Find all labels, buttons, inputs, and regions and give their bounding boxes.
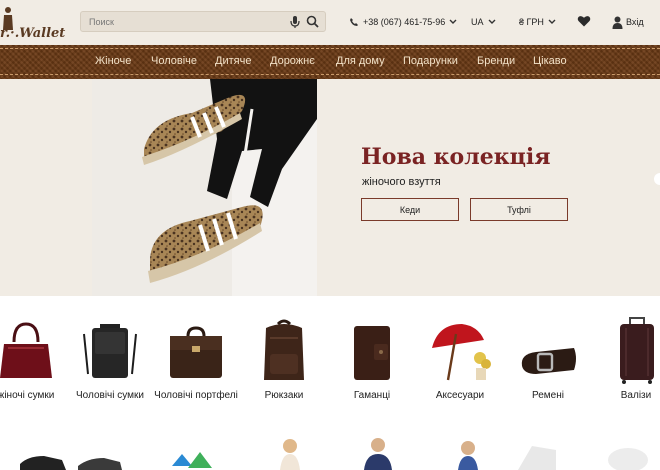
category-label: Чоловічі портфелі (154, 390, 238, 401)
sneakers-button[interactable]: Кеди (361, 198, 459, 221)
hero-subtitle: жіночого взуття (362, 176, 441, 188)
currency-select[interactable]: ₴ ГРН (519, 14, 556, 30)
hero-image[interactable] (92, 79, 317, 296)
login-button[interactable]: Вхід (612, 14, 644, 30)
logo[interactable]: r.·.Wallet (0, 6, 66, 41)
hero-title: Нова колекція (361, 144, 551, 170)
home-textile-icon[interactable] (512, 436, 562, 470)
main-nav: Жіноче Чоловіче Дитяче Дорожнє Для дому … (0, 45, 660, 79)
category-label: Чоловічі сумки (76, 390, 144, 401)
heart-icon[interactable] (577, 14, 591, 28)
kids-items-icon[interactable] (168, 436, 218, 470)
nav-item-travel[interactable]: Дорожнє (270, 55, 315, 67)
language-select[interactable]: UA (471, 14, 496, 30)
category-label: Гаманці (353, 390, 391, 401)
wallet-icon (354, 326, 390, 380)
pillow-icon[interactable] (602, 436, 652, 470)
category-label: жіночі сумки (0, 390, 55, 401)
suitcase-icon (620, 317, 654, 384)
loafer-icon[interactable] (74, 436, 124, 470)
login-label: Вхід (626, 17, 644, 27)
phone-contact[interactable]: +38 (067) 461-75-96 (349, 14, 457, 30)
chevron-down-icon (548, 19, 556, 24)
category-label: Ремені (532, 390, 564, 401)
user-icon (612, 16, 623, 29)
backpack-icon (264, 319, 304, 380)
category-suitcases[interactable]: Валізи (590, 314, 660, 401)
sneakers-photo-icon (92, 79, 317, 296)
phone-number: +38 (067) 461-75-96 (363, 17, 446, 27)
currency-value: ₴ ГРН (519, 17, 544, 27)
man-model-icon[interactable] (352, 436, 402, 470)
nav-item-home[interactable]: Для дому (336, 55, 385, 67)
woman-model-icon[interactable] (266, 436, 316, 470)
category-label: Аксесуари (435, 390, 485, 401)
language-value: UA (471, 17, 484, 27)
nav-item-men[interactable]: Чоловіче (151, 55, 197, 67)
nav-item-gifts[interactable]: Подарунки (403, 55, 458, 67)
nav-item-women[interactable]: Жіноче (95, 55, 131, 67)
category-mens-bags[interactable]: Чоловічі сумки (64, 314, 156, 401)
shoes-button[interactable]: Туфлі (470, 198, 568, 221)
briefcase-icon (170, 326, 222, 378)
nav-item-interesting[interactable]: Цікаво (533, 55, 567, 67)
chevron-down-icon (488, 19, 496, 24)
category-mens-briefcases[interactable]: Чоловічі портфелі (150, 314, 242, 401)
umbrella-icon (432, 324, 491, 381)
nav-item-brands[interactable]: Бренди (477, 55, 515, 67)
child-model-icon[interactable] (444, 436, 494, 470)
category-wallets[interactable]: Гаманці (326, 314, 418, 401)
category-label: Валізи (620, 390, 652, 401)
category-grid: жіночі сумки Чоловічі сумки Чоловічі пор… (0, 296, 660, 470)
category-label: Рюкзаки (264, 390, 304, 401)
chevron-down-icon (449, 19, 457, 24)
header: r.·.Wallet +38 (067) 461-75-96 UA ₴ ГРН (0, 0, 660, 45)
hero-banner: Нова колекція жіночого взуття Кеди Туфлі (0, 79, 660, 296)
category-womens-bags[interactable]: жіночі сумки (0, 314, 72, 401)
messenger-bag-icon (83, 324, 137, 378)
logo-text: r.·.Wallet (0, 26, 66, 41)
handbag-icon (0, 322, 52, 378)
mic-icon[interactable] (289, 15, 301, 29)
category-backpacks[interactable]: Рюкзаки (238, 314, 330, 401)
slider-next-handle[interactable] (654, 173, 660, 185)
phone-icon (350, 18, 358, 26)
category-belts[interactable]: Ремені (502, 314, 594, 401)
search-input[interactable] (89, 15, 279, 29)
search-icon[interactable] (306, 15, 319, 28)
nav-item-kids[interactable]: Дитяче (215, 55, 251, 67)
category-accessories[interactable]: Аксесуари (414, 314, 506, 401)
shoe-icon[interactable] (18, 436, 68, 470)
belt-icon (521, 348, 576, 374)
